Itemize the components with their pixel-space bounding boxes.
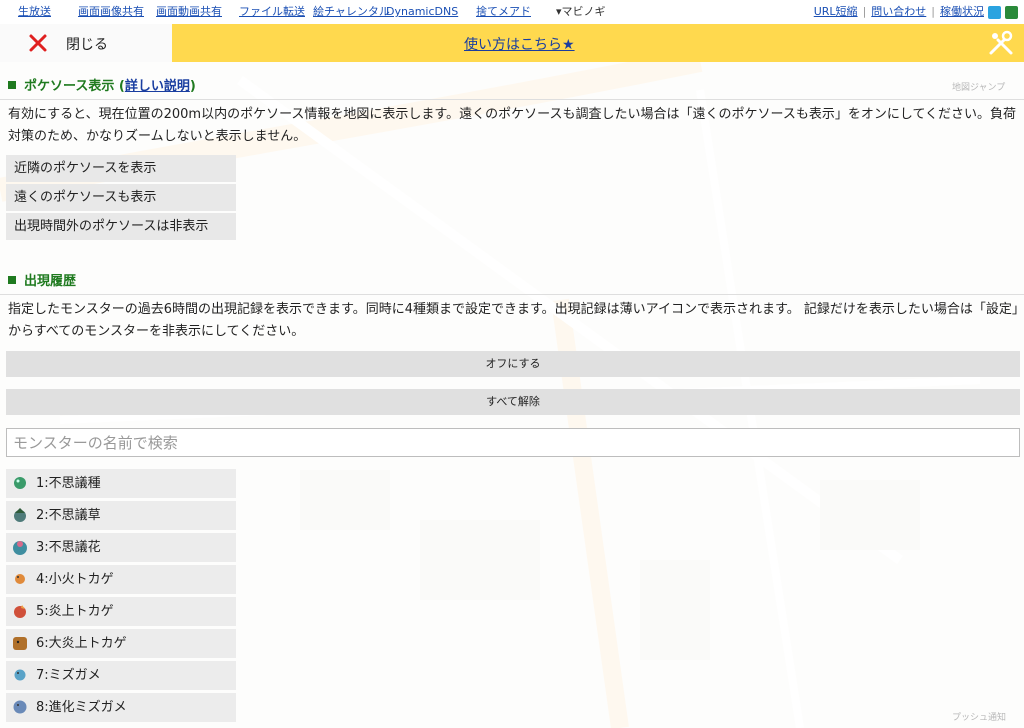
divider <box>0 99 1024 100</box>
details-link[interactable]: 詳しい説明 <box>125 79 190 94</box>
poke-source-heading: ポケソース表示 (詳しい説明) <box>8 75 196 94</box>
close-button[interactable]: 閉じる <box>0 24 172 62</box>
nav-link-dynamic-dns[interactable]: DynamicDNS <box>386 0 458 24</box>
toggle-far-pokesource[interactable]: 遠くのポケソースも表示 <box>6 184 236 211</box>
top-nav-bar: 生放送 画面画像共有 画面動画共有 ファイル転送 絵チャレンタル Dynamic… <box>0 0 1024 25</box>
nav-link-drawing-chat[interactable]: 絵チャレンタル <box>313 0 390 24</box>
bullet-square <box>8 81 16 89</box>
panel-header: 閉じる 使い方はこちら★ <box>0 24 1024 62</box>
monster-item-1[interactable]: 1:不思議種 <box>6 469 236 498</box>
service-dropdown[interactable]: ▾マビノギ <box>556 0 606 24</box>
monster-item-3[interactable]: 3:不思議花 <box>6 533 236 562</box>
monster-icon <box>13 637 27 650</box>
monster-icon <box>14 477 26 489</box>
top-right-links: URL短縮 | 問い合わせ | 稼働状況 <box>814 0 1018 24</box>
toggle-nearby-pokesource[interactable]: 近隣のポケソースを表示 <box>6 155 236 182</box>
monster-icon <box>13 700 27 714</box>
nav-link-temp-mail[interactable]: 捨てメアド <box>476 0 531 24</box>
nav-link-status[interactable]: 稼働状況 <box>940 0 984 24</box>
nav-link-video-share[interactable]: 画面動画共有 <box>156 0 222 24</box>
tools-icon[interactable] <box>988 30 1014 56</box>
nav-link-contact[interactable]: 問い合わせ <box>871 0 926 24</box>
history-heading: 出現履歴 <box>8 270 76 289</box>
history-title: 出現履歴 <box>24 274 77 289</box>
monster-label: 8:進化ミズガメ <box>36 700 127 715</box>
push-notification-label[interactable]: プッシュ通知 <box>952 710 1006 723</box>
nav-link-image-share[interactable]: 画面画像共有 <box>78 0 144 24</box>
separator: | <box>931 5 935 18</box>
monster-item-6[interactable]: 6:大炎上トカゲ <box>6 629 236 658</box>
map-jump-label[interactable]: 地図ジャンプ <box>952 80 1005 93</box>
howto-link[interactable]: 使い方はこちら★ <box>464 34 575 54</box>
monster-icon <box>15 574 25 584</box>
bullet-square <box>8 276 16 284</box>
monster-label: 2:不思議草 <box>36 508 101 523</box>
monster-icon <box>14 605 26 618</box>
monster-item-5[interactable]: 5:炎上トカゲ <box>6 597 236 626</box>
howto-banner: 使い方はこちら★ <box>172 24 1024 62</box>
close-label: 閉じる <box>66 37 108 53</box>
monster-label: 3:不思議花 <box>36 540 101 555</box>
nav-link-live[interactable]: 生放送 <box>18 0 51 24</box>
poke-source-title: ポケソース表示 <box>24 79 115 94</box>
settings-panel: ポケソース表示 (詳しい説明) 有効にすると、現在位置の200m以内のポケソース… <box>0 62 1024 728</box>
toggle-hide-out-of-time[interactable]: 出現時間外のポケソースは非表示 <box>6 213 236 240</box>
paren-close: ) <box>189 79 196 94</box>
twitter-icon[interactable] <box>988 5 1001 19</box>
nav-link-file-transfer[interactable]: ファイル転送 <box>239 0 305 24</box>
monster-item-4[interactable]: 4:小火トカゲ <box>6 565 236 594</box>
monster-item-8[interactable]: 8:進化ミズガメ <box>6 693 236 722</box>
off-button[interactable]: オフにする <box>6 351 1020 377</box>
monster-label: 6:大炎上トカゲ <box>36 636 127 651</box>
poke-source-description: 有効にすると、現在位置の200m以内のポケソース情報を地図に表示します。遠くのポ… <box>8 107 1017 144</box>
minecraft-icon[interactable] <box>1005 5 1018 19</box>
monster-label: 1:不思議種 <box>36 476 101 491</box>
history-description: 指定したモンスターの過去6時間の出現記録を表示できます。同時に4種類まで設定でき… <box>8 302 1019 339</box>
monster-label: 4:小火トカゲ <box>36 572 114 587</box>
monster-item-7[interactable]: 7:ミズガメ <box>6 661 236 690</box>
monster-label: 7:ミズガメ <box>36 668 101 683</box>
monster-icon <box>14 508 26 522</box>
nav-link-url-shortener[interactable]: URL短縮 <box>814 0 858 24</box>
monster-label: 5:炎上トカゲ <box>36 604 114 619</box>
close-icon <box>29 34 47 52</box>
separator: | <box>862 5 867 18</box>
monster-icon <box>13 541 27 555</box>
monster-search-input[interactable] <box>6 428 1020 457</box>
clear-all-button[interactable]: すべて解除 <box>6 389 1020 415</box>
monster-item-2[interactable]: 2:不思議草 <box>6 501 236 530</box>
monster-icon <box>14 669 26 681</box>
divider <box>0 294 1024 295</box>
